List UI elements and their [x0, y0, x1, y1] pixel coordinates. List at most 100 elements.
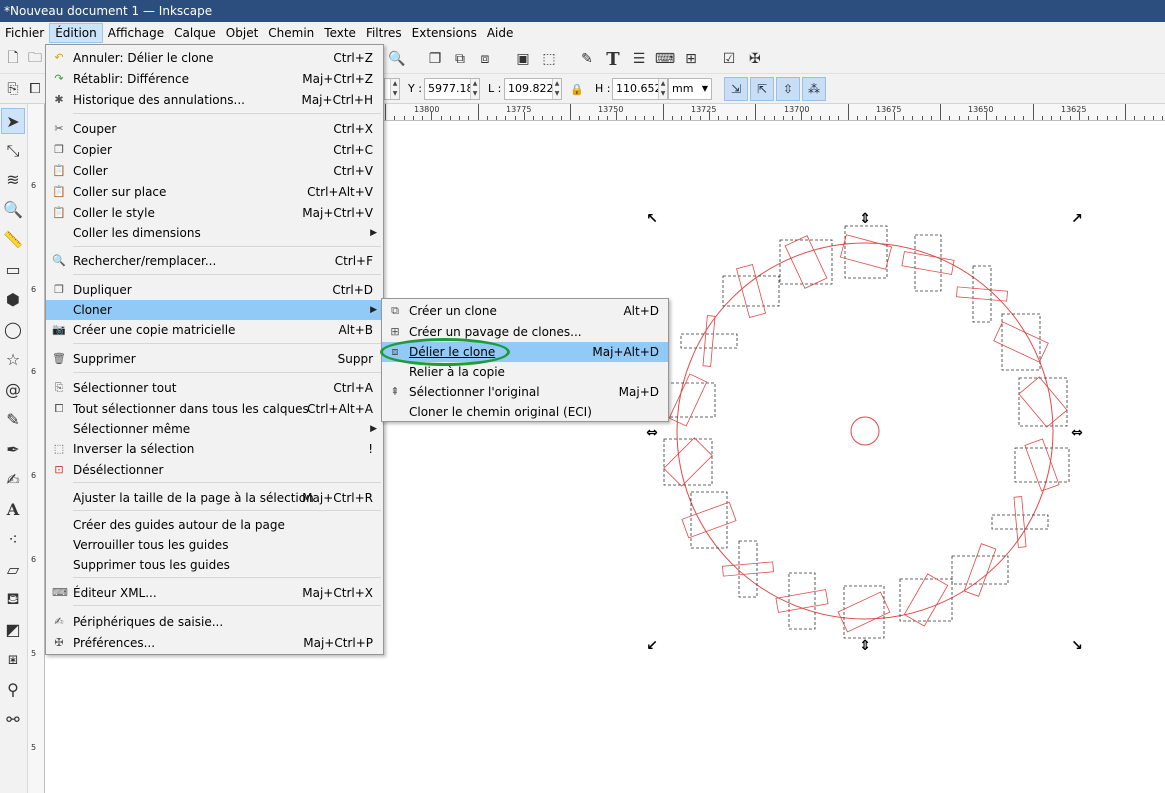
menu-edition[interactable]: Édition: [49, 23, 103, 43]
unit-select[interactable]: mm ▼: [668, 78, 712, 100]
menu-item-resize-page-to-selection[interactable]: Ajuster la taille de la page à la sélect…: [46, 488, 383, 508]
box3d-tool-icon[interactable]: ⬢: [1, 286, 25, 312]
menu-item-guides-around-page[interactable]: Créer des guides autour de la page: [46, 515, 383, 535]
duplicate-icon[interactable]: ❐: [424, 48, 446, 70]
menu-item-paste[interactable]: 📋 Coller Ctrl+V: [46, 161, 383, 181]
connector-tool-icon[interactable]: ⚯: [1, 706, 25, 732]
select-all-icon[interactable]: ⎘: [2, 78, 24, 100]
transform-gradients-toggle[interactable]: ⇳: [776, 77, 800, 101]
menu-aide[interactable]: Aide: [482, 23, 519, 43]
height-value: 110.652: [616, 82, 662, 95]
menu-item-xml-editor[interactable]: ⌨ Éditeur XML... Maj+Ctrl+X: [46, 583, 383, 603]
menu-item-create-clone[interactable]: ⧉ Créer un clone Alt+D: [382, 301, 668, 321]
document-properties-icon[interactable]: ☑: [718, 48, 740, 70]
pencil-tool-icon[interactable]: ✎: [1, 406, 25, 432]
ungroup-icon[interactable]: ⬚: [538, 48, 560, 70]
menu-item-select-same[interactable]: Sélectionner même ▶: [46, 419, 383, 439]
width-field[interactable]: 109.822 ▲ ▼: [504, 78, 562, 100]
menu-item-find-replace[interactable]: 🔍 Rechercher/remplacer... Ctrl+F: [46, 251, 383, 271]
y-stepper-arrows-icon[interactable]: ▲ ▼: [470, 79, 479, 99]
x-field-stepper[interactable]: ▲ ▼: [384, 78, 400, 100]
unlink-clone-icon[interactable]: ⧈: [474, 48, 496, 70]
menu-item-tile-clones[interactable]: ⊞ Créer un pavage de clones...: [382, 322, 668, 342]
menu-item-copy[interactable]: ❐ Copier Ctrl+C: [46, 140, 383, 160]
menu-item-clone[interactable]: Cloner ▶: [46, 300, 383, 320]
eraser-tool-icon[interactable]: ▱: [1, 556, 25, 582]
menu-fichier[interactable]: Fichier: [0, 23, 49, 43]
menu-texte[interactable]: Texte: [319, 23, 361, 43]
menu-item-select-all-layers[interactable]: ⧠ Tout sélectionner dans tous les calque…: [46, 399, 383, 419]
menu-item-clone-original-path[interactable]: Cloner le chemin original (ECI): [382, 402, 668, 422]
lock-ratio-icon[interactable]: 🔒: [566, 78, 588, 100]
clone-ring-group[interactable]: ↖ ⇕ ↗ ⇔ ⇔ ↙ ⇕ ↘: [646, 211, 1083, 654]
menu-item-delete-all-guides[interactable]: Supprimer tous les guides: [46, 555, 383, 575]
preferences-icon[interactable]: ✠: [744, 48, 766, 70]
tweak-tool-icon[interactable]: ≋: [1, 166, 25, 192]
height-field[interactable]: 110.652 ▲ ▼: [612, 78, 668, 100]
select-all-layers-icon[interactable]: ⧠: [24, 78, 46, 100]
paint-bucket-tool-icon[interactable]: ⛾: [1, 586, 25, 612]
menu-item-deselect[interactable]: ⊡ Désélectionner: [46, 460, 383, 480]
new-document-icon[interactable]: 🗋: [2, 48, 24, 70]
menu-item-redo[interactable]: ↷ Rétablir: Différence Maj+Ctrl+Z: [46, 69, 383, 89]
selector-tool-icon[interactable]: ➤: [1, 108, 25, 134]
menu-item-duplicate[interactable]: ❐ Dupliquer Ctrl+D: [46, 280, 383, 300]
height-stepper-arrows-icon[interactable]: ▲ ▼: [658, 79, 667, 99]
menu-item-make-bitmap-copy[interactable]: 📷 Créer une copie matricielle Alt+B: [46, 320, 383, 340]
vertical-ruler[interactable]: 6 6 6 6 6 5 5: [28, 104, 45, 793]
menu-item-input-devices[interactable]: ✍ Périphériques de saisie...: [46, 612, 383, 632]
menu-item-invert-selection[interactable]: ⬚ Inverser la sélection !: [46, 439, 383, 459]
dropper-tool-icon[interactable]: ⚲: [1, 676, 25, 702]
measure-tool-icon[interactable]: 📏: [1, 226, 25, 252]
menu-item-preferences[interactable]: ✠ Préférences... Maj+Ctrl+P: [46, 633, 383, 653]
menu-item-paste-style[interactable]: 📋 Coller le style Maj+Ctrl+V: [46, 203, 383, 223]
mesh-tool-icon[interactable]: ⧆: [1, 646, 25, 672]
menu-item-lock-all-guides[interactable]: Verrouiller tous les guides: [46, 535, 383, 555]
spiral-tool-icon[interactable]: @: [1, 376, 25, 402]
zoom-tool-icon[interactable]: 🔍: [1, 196, 25, 222]
menu-objet[interactable]: Objet: [221, 23, 263, 43]
clone-icon[interactable]: ⧉: [449, 48, 471, 70]
menu-calque[interactable]: Calque: [169, 23, 221, 43]
menu-item-undo-history[interactable]: ✱ Historique des annulations... Maj+Ctrl…: [46, 90, 383, 110]
fill-stroke-icon[interactable]: ✎: [576, 48, 598, 70]
rectangle-tool-icon[interactable]: ▭: [1, 256, 25, 282]
xml-editor-icon[interactable]: ⌨: [654, 48, 676, 70]
menu-chemin[interactable]: Chemin: [263, 23, 319, 43]
ruler-tick: [1041, 116, 1043, 120]
open-folder-icon[interactable]: 🗀: [24, 48, 46, 70]
menu-item-paste-size[interactable]: Coller les dimensions ▶: [46, 223, 383, 243]
menu-item-select-original[interactable]: ⇞ Sélectionner l'original Maj+D: [382, 382, 668, 402]
star-tool-icon[interactable]: ☆: [1, 346, 25, 372]
width-stepper-arrows-icon[interactable]: ▲ ▼: [552, 79, 561, 99]
menu-item-select-all[interactable]: ⎘ Sélectionner tout Ctrl+A: [46, 378, 383, 398]
menu-item-cut[interactable]: ✂ Couper Ctrl+X: [46, 119, 383, 139]
ellipse-tool-icon[interactable]: ◯: [1, 316, 25, 342]
selection-handle-icon: ⇔: [646, 425, 658, 441]
menu-item-relink-to-copied[interactable]: Relier à la copie: [382, 362, 668, 382]
menu-affichage[interactable]: Affichage: [103, 23, 169, 43]
x-stepper-arrows-icon[interactable]: ▲ ▼: [390, 79, 399, 99]
gradient-tool-icon[interactable]: ◩: [1, 616, 25, 642]
node-tool-icon[interactable]: ⤡: [1, 138, 25, 164]
transform-patterns-toggle[interactable]: ⁂: [802, 77, 826, 101]
text-font-icon[interactable]: T: [602, 48, 624, 70]
layers-icon[interactable]: ☰: [628, 48, 650, 70]
text-tool-icon[interactable]: A: [1, 496, 25, 522]
pen-tool-icon[interactable]: ✒: [1, 436, 25, 462]
menu-item-delete[interactable]: 🗑 Supprimer Suppr: [46, 349, 383, 369]
calligraphy-tool-icon[interactable]: ✍: [1, 466, 25, 492]
scale-corners-toggle[interactable]: ⇱: [750, 77, 774, 101]
zoom-page-icon[interactable]: 🔍: [386, 48, 408, 70]
scale-stroke-toggle[interactable]: ⇲: [724, 77, 748, 101]
menu-item-unlink-clone[interactable]: ⧈ Délier le clone Maj+Alt+D: [382, 342, 668, 362]
y-field[interactable]: 5977.18 ▲ ▼: [424, 78, 480, 100]
menu-filtres[interactable]: Filtres: [361, 23, 407, 43]
menu-item-paste-in-place[interactable]: 📋 Coller sur place Ctrl+Alt+V: [46, 182, 383, 202]
menu-separator: [73, 510, 381, 511]
align-distribute-icon[interactable]: ⊞: [680, 48, 702, 70]
menu-extensions[interactable]: Extensions: [407, 23, 482, 43]
group-icon[interactable]: ▣: [512, 48, 534, 70]
spray-tool-icon[interactable]: ⁖: [1, 526, 25, 552]
menu-item-undo[interactable]: ↶ Annuler: Délier le clone Ctrl+Z: [46, 48, 383, 68]
